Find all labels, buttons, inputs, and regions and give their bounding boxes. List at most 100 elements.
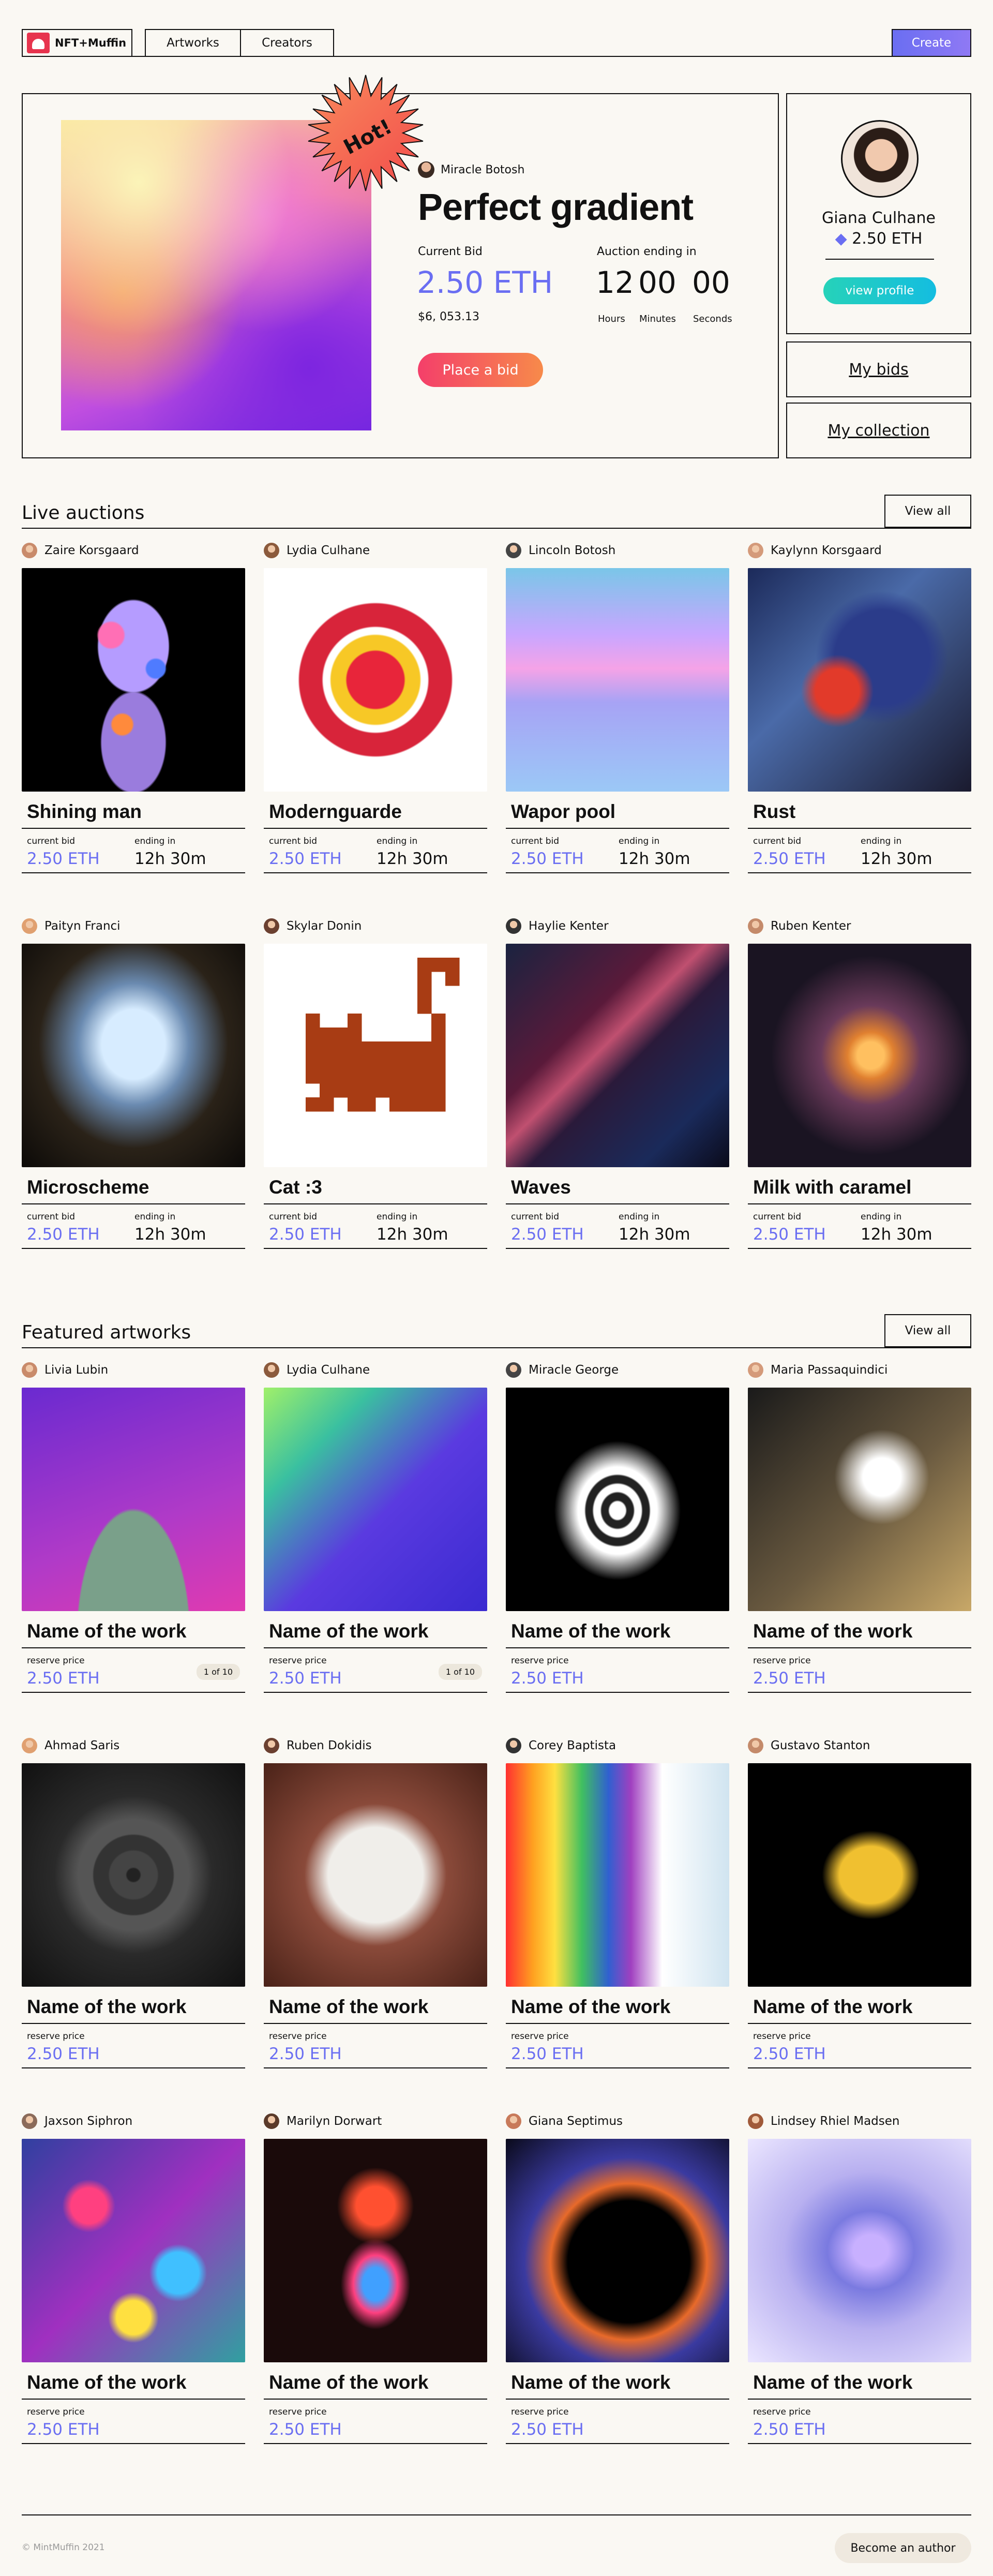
ethereum-icon: ◆ xyxy=(835,230,852,248)
price-label: reserve price xyxy=(269,1656,327,1666)
price-value: 2.50 ETH xyxy=(511,2420,584,2439)
artwork-image[interactable] xyxy=(22,568,245,792)
avatar xyxy=(264,2113,279,2129)
artwork-image[interactable] xyxy=(264,2139,487,2362)
bid-value: 2.50 ETH xyxy=(27,850,100,868)
avatar xyxy=(22,543,37,558)
artwork-image[interactable] xyxy=(506,568,729,792)
artwork-image[interactable] xyxy=(748,1388,971,1611)
artwork-image[interactable] xyxy=(506,1388,729,1611)
card-author[interactable]: Kaylynn Korsgaard xyxy=(748,540,971,561)
artwork-image[interactable] xyxy=(22,944,245,1167)
card-author[interactable]: Lindsey Rhiel Madsen xyxy=(748,2111,971,2132)
price-value: 2.50 ETH xyxy=(269,1669,342,1688)
artwork-image[interactable] xyxy=(748,568,971,792)
nav-creators[interactable]: Creators xyxy=(240,29,334,57)
ending-value: 12h 30m xyxy=(134,850,206,868)
bid-value: 2.50 ETH xyxy=(753,850,826,868)
card-author[interactable]: Corey Baptista xyxy=(506,1735,729,1756)
artwork-card[interactable]: Maria Passaquindici Name of the work res… xyxy=(748,1360,971,1693)
artwork-image[interactable] xyxy=(748,944,971,1167)
card-author[interactable]: Lincoln Botosh xyxy=(506,540,729,561)
auction-card[interactable]: Paityn Franci Microscheme current bid 2.5… xyxy=(22,916,245,1249)
artwork-card[interactable]: Livia Lubin Name of the work reserve pri… xyxy=(22,1360,245,1693)
artwork-card[interactable]: Corey Baptista Name of the work reserve … xyxy=(506,1735,729,2068)
card-author[interactable]: Haylie Kenter xyxy=(506,916,729,936)
author-name: Gustavo Stanton xyxy=(771,1739,870,1752)
artwork-card[interactable]: Giana Septimus Name of the work reserve … xyxy=(506,2111,729,2444)
artwork-card[interactable]: Ahmad Saris Name of the work reserve pri… xyxy=(22,1735,245,2068)
card-author[interactable]: Livia Lubin xyxy=(22,1360,245,1380)
logo[interactable]: NFT+Muffin xyxy=(22,29,132,57)
artwork-card[interactable]: Miracle George Name of the work reserve … xyxy=(506,1360,729,1693)
card-author[interactable]: Zaire Korsgaard xyxy=(22,540,245,561)
hero-author[interactable]: Miracle Botosh xyxy=(418,161,524,178)
price-label: reserve price xyxy=(27,1656,85,1666)
place-bid-button[interactable]: Place a bid xyxy=(418,353,543,387)
artwork-image[interactable] xyxy=(506,1763,729,1987)
auction-card[interactable]: Zaire Korsgaard Shining man current bid 2… xyxy=(22,540,245,873)
bid-label: current bid xyxy=(753,1212,802,1222)
bid-col: current bid 2.50 ETH xyxy=(269,836,377,872)
artwork-card[interactable]: Gustavo Stanton Name of the work reserve… xyxy=(748,1735,971,2068)
view-profile-button[interactable]: view profile xyxy=(823,277,936,304)
card-author[interactable]: Giana Septimus xyxy=(506,2111,729,2132)
avatar xyxy=(22,2113,37,2129)
auction-card[interactable]: Lydia Culhane Modernguarde current bid 2.… xyxy=(264,540,487,873)
price-value: 2.50 ETH xyxy=(27,2045,100,2063)
artwork-card[interactable]: Ruben Dokidis Name of the work reserve p… xyxy=(264,1735,487,2068)
auction-card[interactable]: Lincoln Botosh Wapor pool current bid 2.5… xyxy=(506,540,729,873)
artwork-image[interactable] xyxy=(264,1763,487,1987)
profile-avatar[interactable] xyxy=(841,120,919,198)
artwork-card[interactable]: Marilyn Dorwart Name of the work reserve… xyxy=(264,2111,487,2444)
become-author-button[interactable]: Become an author xyxy=(835,2533,971,2563)
artwork-title: Cat :3 xyxy=(264,1177,487,1204)
card-author[interactable]: Paityn Franci xyxy=(22,916,245,936)
artwork-card[interactable]: Jaxson Siphron Name of the work reserve … xyxy=(22,2111,245,2444)
auction-card[interactable]: Ruben Kenter Milk with caramel current b… xyxy=(748,916,971,1249)
card-author[interactable]: Gustavo Stanton xyxy=(748,1735,971,1756)
artwork-image[interactable] xyxy=(264,1388,487,1611)
artwork-image[interactable] xyxy=(506,944,729,1167)
author-name: Jaxson Siphron xyxy=(44,2115,133,2128)
avatar xyxy=(264,1738,279,1753)
artwork-image[interactable] xyxy=(748,2139,971,2362)
card-author[interactable]: Lydia Culhane xyxy=(264,540,487,561)
artwork-image[interactable] xyxy=(506,2139,729,2362)
auction-card[interactable]: Skylar Donin Cat :3 current bid 2.50 ETH … xyxy=(264,916,487,1249)
card-author[interactable]: Ahmad Saris xyxy=(22,1735,245,1756)
card-author[interactable]: Lydia Culhane xyxy=(264,1360,487,1380)
artwork-image[interactable] xyxy=(748,1763,971,1987)
auction-card[interactable]: Kaylynn Korsgaard Rust current bid 2.50 E… xyxy=(748,540,971,873)
author-name: Zaire Korsgaard xyxy=(44,544,139,557)
avatar xyxy=(264,1362,279,1378)
artwork-image[interactable] xyxy=(264,568,487,792)
create-button[interactable]: Create xyxy=(892,29,971,57)
ending-label: ending in xyxy=(861,1212,902,1222)
ending-value: 12h 30m xyxy=(619,850,690,868)
muffin-logo-icon xyxy=(27,33,50,53)
card-author[interactable]: Marilyn Dorwart xyxy=(264,2111,487,2132)
artwork-image[interactable] xyxy=(22,1388,245,1611)
card-author[interactable]: Skylar Donin xyxy=(264,916,487,936)
view-all-button[interactable]: View all xyxy=(884,1314,971,1347)
nav-artworks[interactable]: Artworks xyxy=(145,29,241,57)
ending-col: ending in 12h 30m xyxy=(377,836,484,872)
auction-card[interactable]: Haylie Kenter Waves current bid 2.50 ETH … xyxy=(506,916,729,1249)
artwork-image[interactable] xyxy=(264,944,487,1167)
card-meta: current bid 2.50 ETH ending in 12h 30m xyxy=(264,1204,487,1249)
card-author[interactable]: Miracle George xyxy=(506,1360,729,1380)
view-all-button[interactable]: View all xyxy=(884,495,971,528)
author-name: Lydia Culhane xyxy=(287,544,370,557)
artwork-card[interactable]: Lydia Culhane Name of the work reserve p… xyxy=(264,1360,487,1693)
artwork-image[interactable] xyxy=(22,1763,245,1987)
artwork-card[interactable]: Lindsey Rhiel Madsen Name of the work re… xyxy=(748,2111,971,2444)
card-author[interactable]: Ruben Dokidis xyxy=(264,1735,487,1756)
my-collection-button[interactable]: My collection xyxy=(786,403,971,458)
card-author[interactable]: Ruben Kenter xyxy=(748,916,971,936)
my-bids-button[interactable]: My bids xyxy=(786,341,971,397)
profile-balance: ◆ 2.50 ETH xyxy=(787,230,970,248)
artwork-image[interactable] xyxy=(22,2139,245,2362)
card-author[interactable]: Maria Passaquindici xyxy=(748,1360,971,1380)
card-author[interactable]: Jaxson Siphron xyxy=(22,2111,245,2132)
